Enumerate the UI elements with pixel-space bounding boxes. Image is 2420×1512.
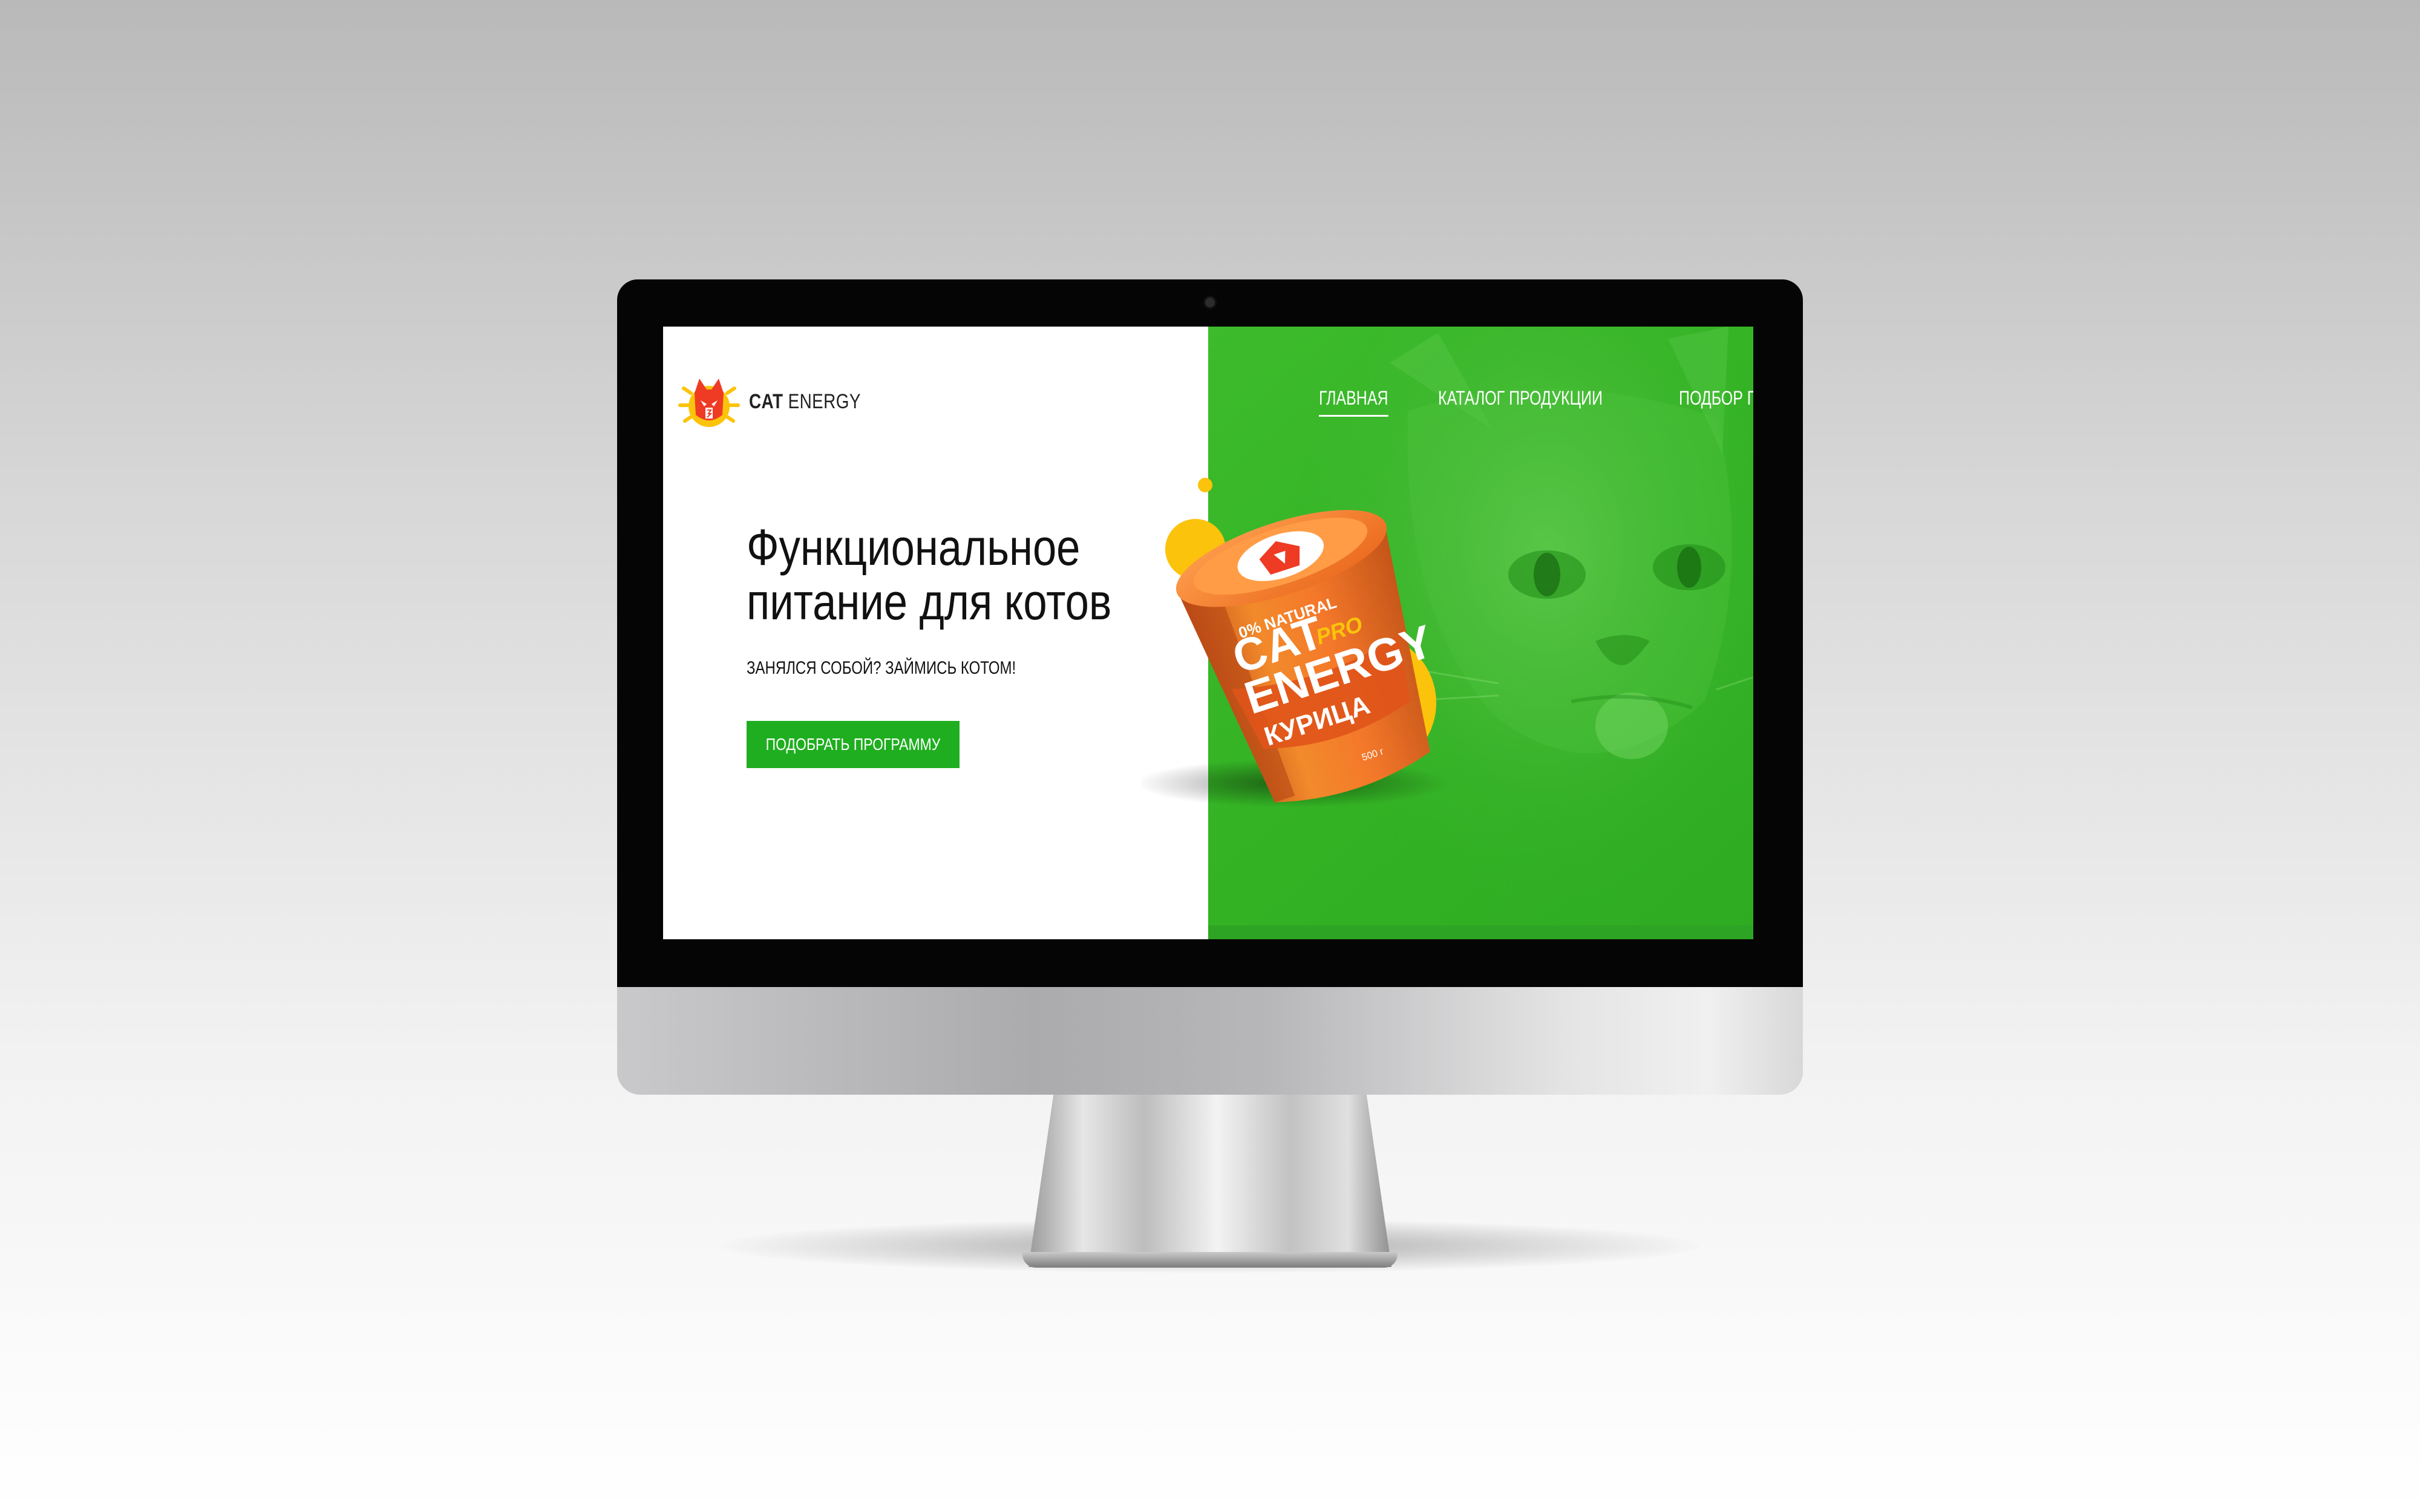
brand-name-cat: CAT [749, 389, 783, 413]
hero-subtitle: ЗАНЯЛСЯ СОБОЙ? ЗАЙМИСЬ КОТОМ! [747, 658, 1016, 678]
brand-name: CAT ENERGY [749, 390, 861, 414]
select-program-button[interactable]: ПОДОБРАТЬ ПРОГРАММУ [747, 721, 960, 768]
monitor-stand [1028, 1092, 1392, 1267]
website-screen: CAT ENERGY ГЛАВНАЯ КАТАЛОГ ПРОДУКЦИИ ПОД… [663, 327, 1753, 939]
nav-item-home[interactable]: ГЛАВНАЯ [1319, 387, 1388, 417]
monitor-stand-base [1022, 1252, 1398, 1268]
cat-logo-icon [678, 379, 740, 427]
monitor-chin [617, 987, 1803, 1095]
product-container: 0% NATURAL CAT PRO ENERGY КУРИЦА 500 г [1141, 510, 1450, 807]
brand-logo[interactable]: CAT ENERGY [678, 370, 885, 433]
brand-name-energy: ENERGY [788, 389, 861, 413]
select-program-button-label: ПОДОБРАТЬ ПРОГРАММУ [765, 735, 941, 754]
hero-title: Функциональное питание для котов [747, 519, 1112, 630]
webcam-icon [1205, 298, 1215, 307]
main-nav: ГЛАВНАЯ КАТАЛОГ ПРОДУКЦИИ ПОДБОР ПРОГРАМ… [1319, 387, 1753, 417]
site-header: CAT ENERGY ГЛАВНАЯ КАТАЛОГ ПРОДУКЦИИ ПОД… [663, 327, 1753, 427]
nav-item-catalog[interactable]: КАТАЛОГ ПРОДУКЦИИ [1438, 387, 1603, 417]
nav-item-program[interactable]: ПОДБОР ПРОГРАММЫ [1679, 387, 1753, 417]
